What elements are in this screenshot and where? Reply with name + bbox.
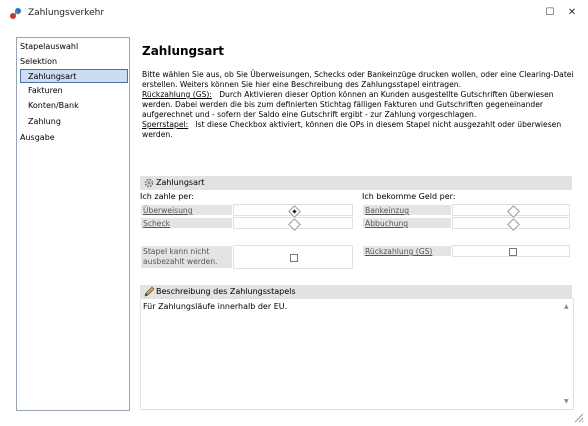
sidebar-item-ausgabe[interactable]: Ausgabe — [20, 131, 55, 145]
abbuchung-radio-cell[interactable] — [452, 217, 570, 231]
refund-cell[interactable] — [452, 245, 570, 257]
refund-help: Rückzahlung (GS): Durch Aktivieren diese… — [142, 90, 574, 120]
scheck-radio-cell[interactable] — [233, 217, 353, 231]
scheck-label: Scheck — [140, 217, 233, 229]
i-receive-label: Ich bekomme Geld per: — [362, 192, 456, 201]
payment-section-title: Zahlungsart — [156, 178, 205, 187]
description-section-header: Beschreibung des Zahlungsstapels — [140, 285, 572, 299]
sidebar-item-fakturen[interactable]: Fakturen — [28, 84, 63, 98]
bankeinzug-radio[interactable] — [507, 204, 520, 218]
bankeinzug-label: Bankeinzug — [362, 204, 452, 216]
title-bar: Zahlungsverkehr ☐ ✕ — [0, 0, 588, 26]
main-panel: Zahlungsart Bitte wählen Sie aus, ob Sie… — [136, 37, 578, 410]
maximize-icon[interactable]: ☐ — [541, 4, 559, 22]
pencil-icon — [144, 286, 155, 297]
description-value: Für Zahlungsläufe innerhalb der EU. — [143, 302, 288, 311]
page-title: Zahlungsart — [142, 44, 225, 58]
scroll-down-icon[interactable]: ▼ — [564, 398, 569, 405]
description-scrollbar[interactable]: ▲ ▼ — [561, 299, 573, 409]
description-section-title: Beschreibung des Zahlungsstapels — [156, 287, 296, 296]
sidebar-item-stapelauswahl[interactable]: Stapelauswahl — [20, 40, 78, 54]
description-textarea[interactable]: Für Zahlungsläufe innerhalb der EU. ▲ ▼ — [140, 298, 574, 410]
abbuchung-radio[interactable] — [507, 217, 520, 231]
gear-icon — [144, 178, 154, 188]
sidebar-nav: Stapelauswahl Selektion Zahlungsart Fakt… — [16, 37, 130, 411]
ueberweisung-radio[interactable] — [288, 204, 301, 218]
payment-section-header: Zahlungsart — [140, 176, 572, 190]
sidebar-item-selektion[interactable]: Selektion — [20, 55, 57, 69]
not-payable-checkbox[interactable] — [290, 254, 298, 262]
app-icon — [10, 8, 21, 19]
refund-checkbox[interactable] — [509, 248, 517, 256]
resize-grip-icon[interactable] — [572, 411, 584, 423]
not-payable-label: Stapel kann nicht ausbezahlt werden. — [140, 245, 233, 269]
intro-text: Bitte wählen Sie aus, ob Sie Überweisung… — [142, 70, 574, 89]
abbuchung-label: Abbuchung — [362, 217, 452, 229]
scheck-radio[interactable] — [288, 217, 301, 231]
ueberweisung-radio-cell[interactable] — [233, 204, 353, 218]
lock-term: Sperrstapel: — [142, 120, 189, 129]
window-title: Zahlungsverkehr — [28, 8, 105, 18]
close-icon[interactable]: ✕ — [563, 4, 581, 22]
refund-label: Rückzahlung (GS) — [362, 245, 452, 257]
refund-term: Rückzahlung (GS): — [142, 90, 212, 99]
bankeinzug-radio-cell[interactable] — [452, 204, 570, 218]
help-text: Bitte wählen Sie aus, ob Sie Überweisung… — [142, 70, 574, 140]
i-pay-label: Ich zahle per: — [140, 192, 195, 201]
not-payable-cell[interactable] — [233, 245, 353, 269]
lock-help: Sperrstapel: Ist diese Checkbox aktivier… — [142, 120, 574, 140]
scroll-up-icon[interactable]: ▲ — [564, 303, 569, 310]
ueberweisung-label: Überweisung — [140, 204, 233, 216]
sidebar-item-zahlungsart[interactable]: Zahlungsart — [20, 69, 128, 83]
sidebar-item-konten-bank[interactable]: Konten/Bank — [28, 99, 79, 113]
lock-text: Ist diese Checkbox aktiviert, können die… — [142, 120, 562, 139]
sidebar-item-zahlung[interactable]: Zahlung — [28, 115, 61, 129]
